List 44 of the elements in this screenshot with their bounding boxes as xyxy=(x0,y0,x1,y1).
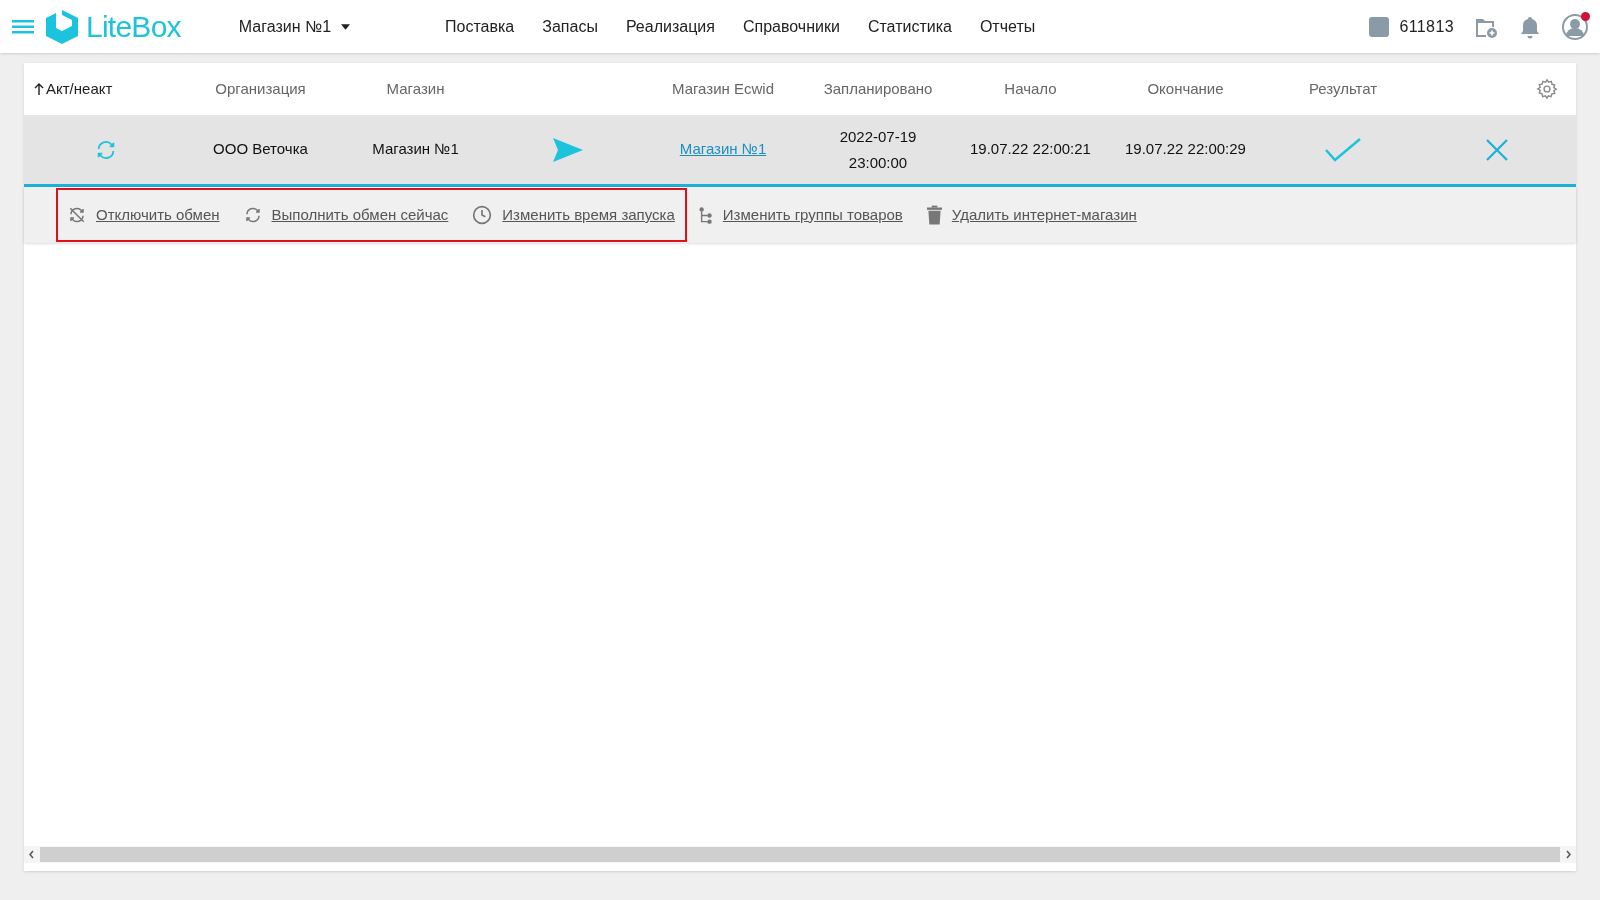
nav-link[interactable]: Поставка xyxy=(445,14,515,39)
store-selector[interactable]: Магазин №1 xyxy=(238,14,351,39)
column-header[interactable]: Результат xyxy=(1308,77,1378,101)
column-header[interactable]: Магазин xyxy=(386,77,445,101)
close-icon[interactable] xyxy=(1486,138,1508,161)
scrollbar-thumb[interactable] xyxy=(40,847,1560,862)
table-cell-text: ООО Веточка xyxy=(213,139,308,160)
logo-icon xyxy=(46,9,78,44)
table-cell-text: Магазин №1 xyxy=(372,139,459,160)
nav-link[interactable]: Запасы xyxy=(542,14,598,39)
action-link[interactable]: Удалить интернет-магазин xyxy=(951,203,1137,227)
nav-link[interactable]: Статистика xyxy=(867,14,952,39)
action-link[interactable]: Выполнить обмен сейчас xyxy=(271,203,449,227)
table-row[interactable]: ООО Веточка Магазин №1 Магазин №1 2022-07-19 23:00:00 19.07.22 22:00:21 19.07.22 22:00:29 xyxy=(24,115,1576,187)
column-header[interactable]: Организация xyxy=(215,77,306,101)
table-cell-text: 23:00:00 xyxy=(848,152,908,173)
column-header[interactable]: Акт/неакт xyxy=(46,77,113,101)
clock-icon xyxy=(472,205,493,225)
action-link[interactable]: Изменить группы товаров xyxy=(722,203,903,227)
account-id: 611813 xyxy=(1399,16,1454,37)
action-link[interactable]: Отключить обмен xyxy=(96,203,220,227)
nav-link[interactable]: Отчеты xyxy=(979,14,1036,39)
tree-icon xyxy=(698,205,713,225)
sort-arrow-icon[interactable] xyxy=(34,83,44,95)
bell-icon[interactable] xyxy=(1518,14,1542,39)
sync-icon xyxy=(243,206,262,224)
nav-link[interactable]: Справочники xyxy=(742,14,840,39)
user-avatar[interactable] xyxy=(1562,13,1588,40)
column-header[interactable]: Магазин Ecwid xyxy=(671,77,774,101)
logo-text: LiteBox xyxy=(86,9,181,45)
table-cell-text: 2022-07-19 xyxy=(839,126,917,147)
settings-icon[interactable] xyxy=(1536,78,1558,100)
column-header[interactable]: Запланировано xyxy=(823,77,933,101)
send-icon[interactable] xyxy=(553,137,583,162)
table-cell-text: 19.07.22 22:00:29 xyxy=(1125,139,1246,160)
column-header[interactable]: Начало xyxy=(1004,77,1057,101)
sync-off-icon xyxy=(68,206,86,224)
trash-icon xyxy=(926,205,942,225)
nav-link[interactable]: Реализация xyxy=(625,14,715,39)
table-cell-text: 19.07.22 22:00:21 xyxy=(970,139,1091,160)
caret-icon xyxy=(341,23,351,30)
column-header[interactable]: Окончание xyxy=(1147,77,1224,101)
menu-icon[interactable] xyxy=(12,19,34,34)
action-link[interactable]: Изменить время запуска xyxy=(502,203,675,227)
